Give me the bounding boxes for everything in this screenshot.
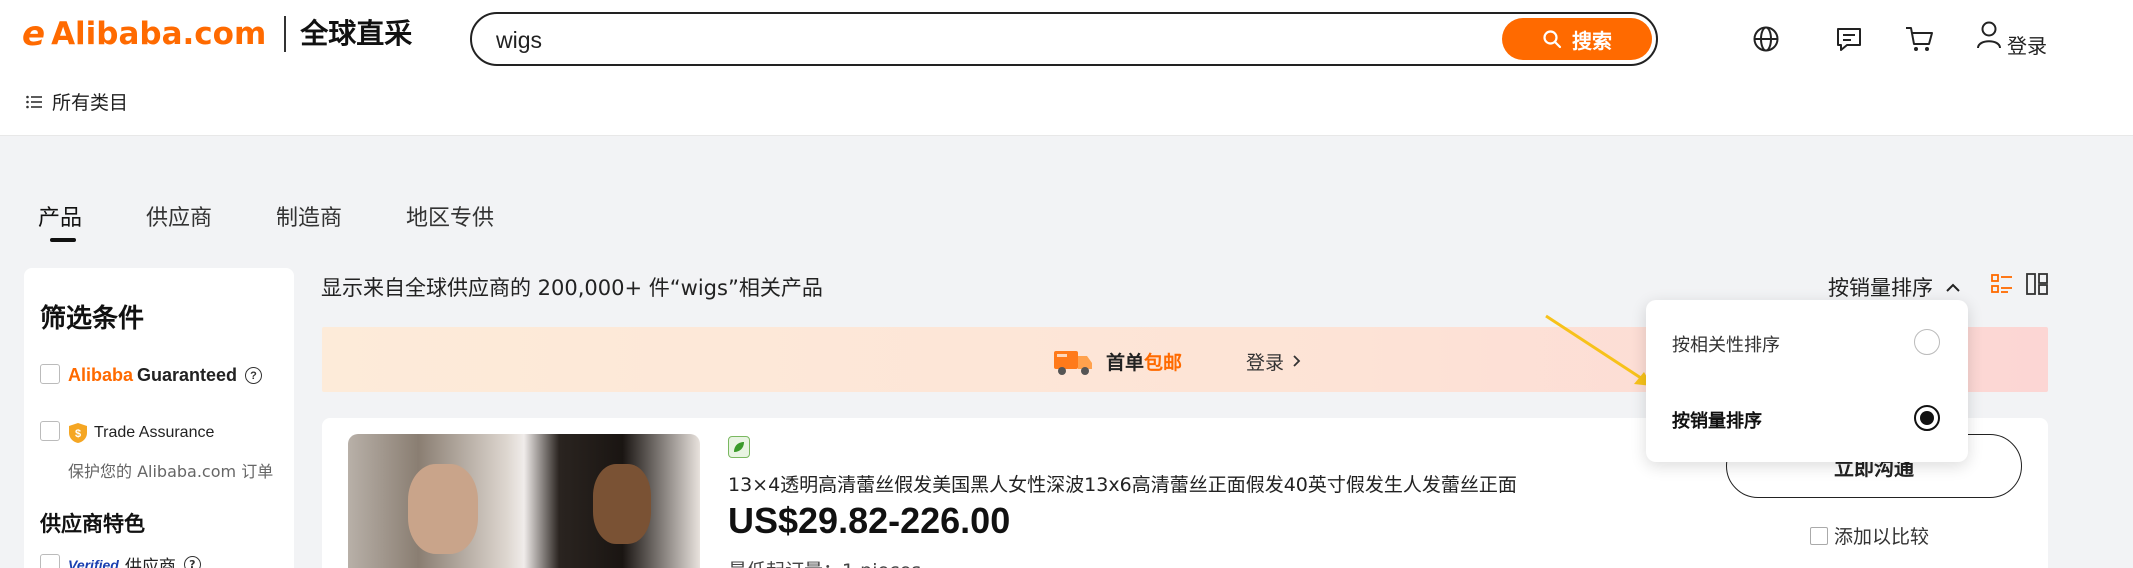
banner-login-link[interactable]: 登录 bbox=[1246, 348, 1302, 375]
user-icon[interactable] bbox=[1972, 18, 2006, 52]
add-to-compare[interactable]: 添加以比较 bbox=[1810, 522, 1929, 549]
chevron-up-icon bbox=[1946, 283, 1960, 292]
search-bar: 搜索 bbox=[470, 12, 1658, 66]
globe-icon[interactable] bbox=[1749, 22, 1783, 56]
product-title[interactable]: 13×4透明高清蕾丝假发美国黑人女性深波13x6高清蕾丝正面假发40英寸假发生人… bbox=[728, 470, 1517, 497]
alibaba-logo[interactable]: e Alibaba.com 全球直采 bbox=[22, 14, 412, 54]
logo-mark: e bbox=[22, 14, 46, 54]
trade-assurance-text: Trade Assurance bbox=[94, 424, 215, 441]
radio-relevance[interactable] bbox=[1914, 329, 1940, 355]
list-view-icon[interactable] bbox=[1990, 272, 2014, 296]
search-button[interactable]: 搜索 bbox=[1502, 18, 1652, 60]
product-image-model-1 bbox=[408, 464, 478, 554]
sort-dropdown-menu: 按相关性排序 按销量排序 bbox=[1646, 300, 1968, 462]
filter-title: 筛选条件 bbox=[40, 304, 145, 334]
svg-text:$: $ bbox=[75, 428, 81, 440]
tab-manufacturers[interactable]: 制造商 bbox=[276, 200, 342, 232]
compare-label: 添加以比较 bbox=[1834, 526, 1930, 548]
cart-icon[interactable] bbox=[1902, 22, 1936, 56]
message-icon[interactable] bbox=[1832, 22, 1866, 56]
trade-assurance-subtext: 保护您的 Alibaba.com 订单 bbox=[68, 462, 274, 481]
verified-supplier-checkbox[interactable] bbox=[40, 554, 60, 568]
verified-label: 供应商 bbox=[124, 557, 176, 568]
alibaba-guaranteed-checkbox[interactable] bbox=[40, 364, 60, 384]
trade-assurance-shield-icon: $ bbox=[69, 423, 87, 443]
info-icon[interactable]: ? bbox=[183, 556, 201, 568]
top-header: e Alibaba.com 全球直采 搜索 登录 所有类目 bbox=[0, 0, 2133, 136]
banner-title-dark: 首单 bbox=[1106, 351, 1145, 374]
eco-leaf-icon bbox=[728, 436, 750, 458]
product-moq: 最低起订量：1 pieces bbox=[728, 556, 921, 568]
pointer-arrow-icon bbox=[1545, 314, 1652, 386]
search-button-label: 搜索 bbox=[1572, 28, 1612, 53]
banner-login-label: 登录 bbox=[1246, 351, 1285, 374]
logo-text: Alibaba.com bbox=[51, 16, 267, 52]
sort-option-sales[interactable]: 按销量排序 bbox=[1672, 407, 1762, 433]
menu-icon bbox=[26, 95, 42, 108]
ag-text: Guaranteed bbox=[137, 365, 238, 385]
grid-view-icon[interactable] bbox=[2025, 272, 2049, 296]
trade-assurance-label: $ Trade Assurance bbox=[68, 422, 214, 444]
search-type-tabs: 产品 供应商 制造商 地区专供 bbox=[38, 200, 558, 242]
verified-supplier-label: Verified 供应商 ? bbox=[68, 552, 201, 568]
results-summary: 显示来自全球供应商的 200,000+ 件“wigs”相关产品 bbox=[321, 276, 823, 300]
tab-products[interactable]: 产品 bbox=[38, 200, 82, 242]
tab-suppliers[interactable]: 供应商 bbox=[146, 200, 212, 232]
compare-checkbox[interactable] bbox=[1810, 526, 1828, 545]
login-link[interactable]: 登录 bbox=[2007, 30, 2047, 59]
alibaba-guaranteed-label: Alibaba Guaranteed ? bbox=[68, 365, 263, 386]
product-image-model-2 bbox=[593, 464, 651, 544]
product-image[interactable] bbox=[348, 434, 700, 568]
supplier-features-title: 供应商特色 bbox=[40, 512, 145, 536]
chevron-right-icon bbox=[1293, 355, 1301, 367]
radio-sales[interactable] bbox=[1914, 405, 1940, 431]
banner-title: 首单包邮 bbox=[1106, 348, 1182, 375]
search-icon bbox=[1543, 30, 1562, 49]
info-icon[interactable]: ? bbox=[245, 367, 263, 384]
ag-brand: Alibaba bbox=[68, 365, 134, 385]
trade-assurance-checkbox[interactable] bbox=[40, 421, 60, 441]
all-categories-menu[interactable]: 所有类目 bbox=[26, 88, 128, 115]
logo-divider bbox=[284, 16, 287, 52]
filter-panel: 筛选条件 Alibaba Guaranteed ? $ Trade Assura… bbox=[24, 268, 294, 568]
sort-dropdown-toggle[interactable]: 按销量排序 bbox=[1828, 272, 1961, 302]
product-price: US$29.82-226.00 bbox=[728, 500, 1011, 541]
sort-label: 按销量排序 bbox=[1828, 276, 1933, 300]
delivery-truck-icon bbox=[1054, 351, 1092, 375]
verified-badge: Verified bbox=[68, 556, 119, 568]
sort-option-relevance[interactable]: 按相关性排序 bbox=[1672, 331, 1780, 357]
all-categories-label: 所有类目 bbox=[52, 92, 129, 114]
search-input[interactable] bbox=[496, 22, 1496, 58]
banner-title-orange: 包邮 bbox=[1144, 351, 1183, 374]
logo-subtitle: 全球直采 bbox=[300, 17, 413, 50]
banner-content: 首单包邮 登录 bbox=[1052, 345, 1302, 377]
tab-regional[interactable]: 地区专供 bbox=[406, 200, 494, 232]
